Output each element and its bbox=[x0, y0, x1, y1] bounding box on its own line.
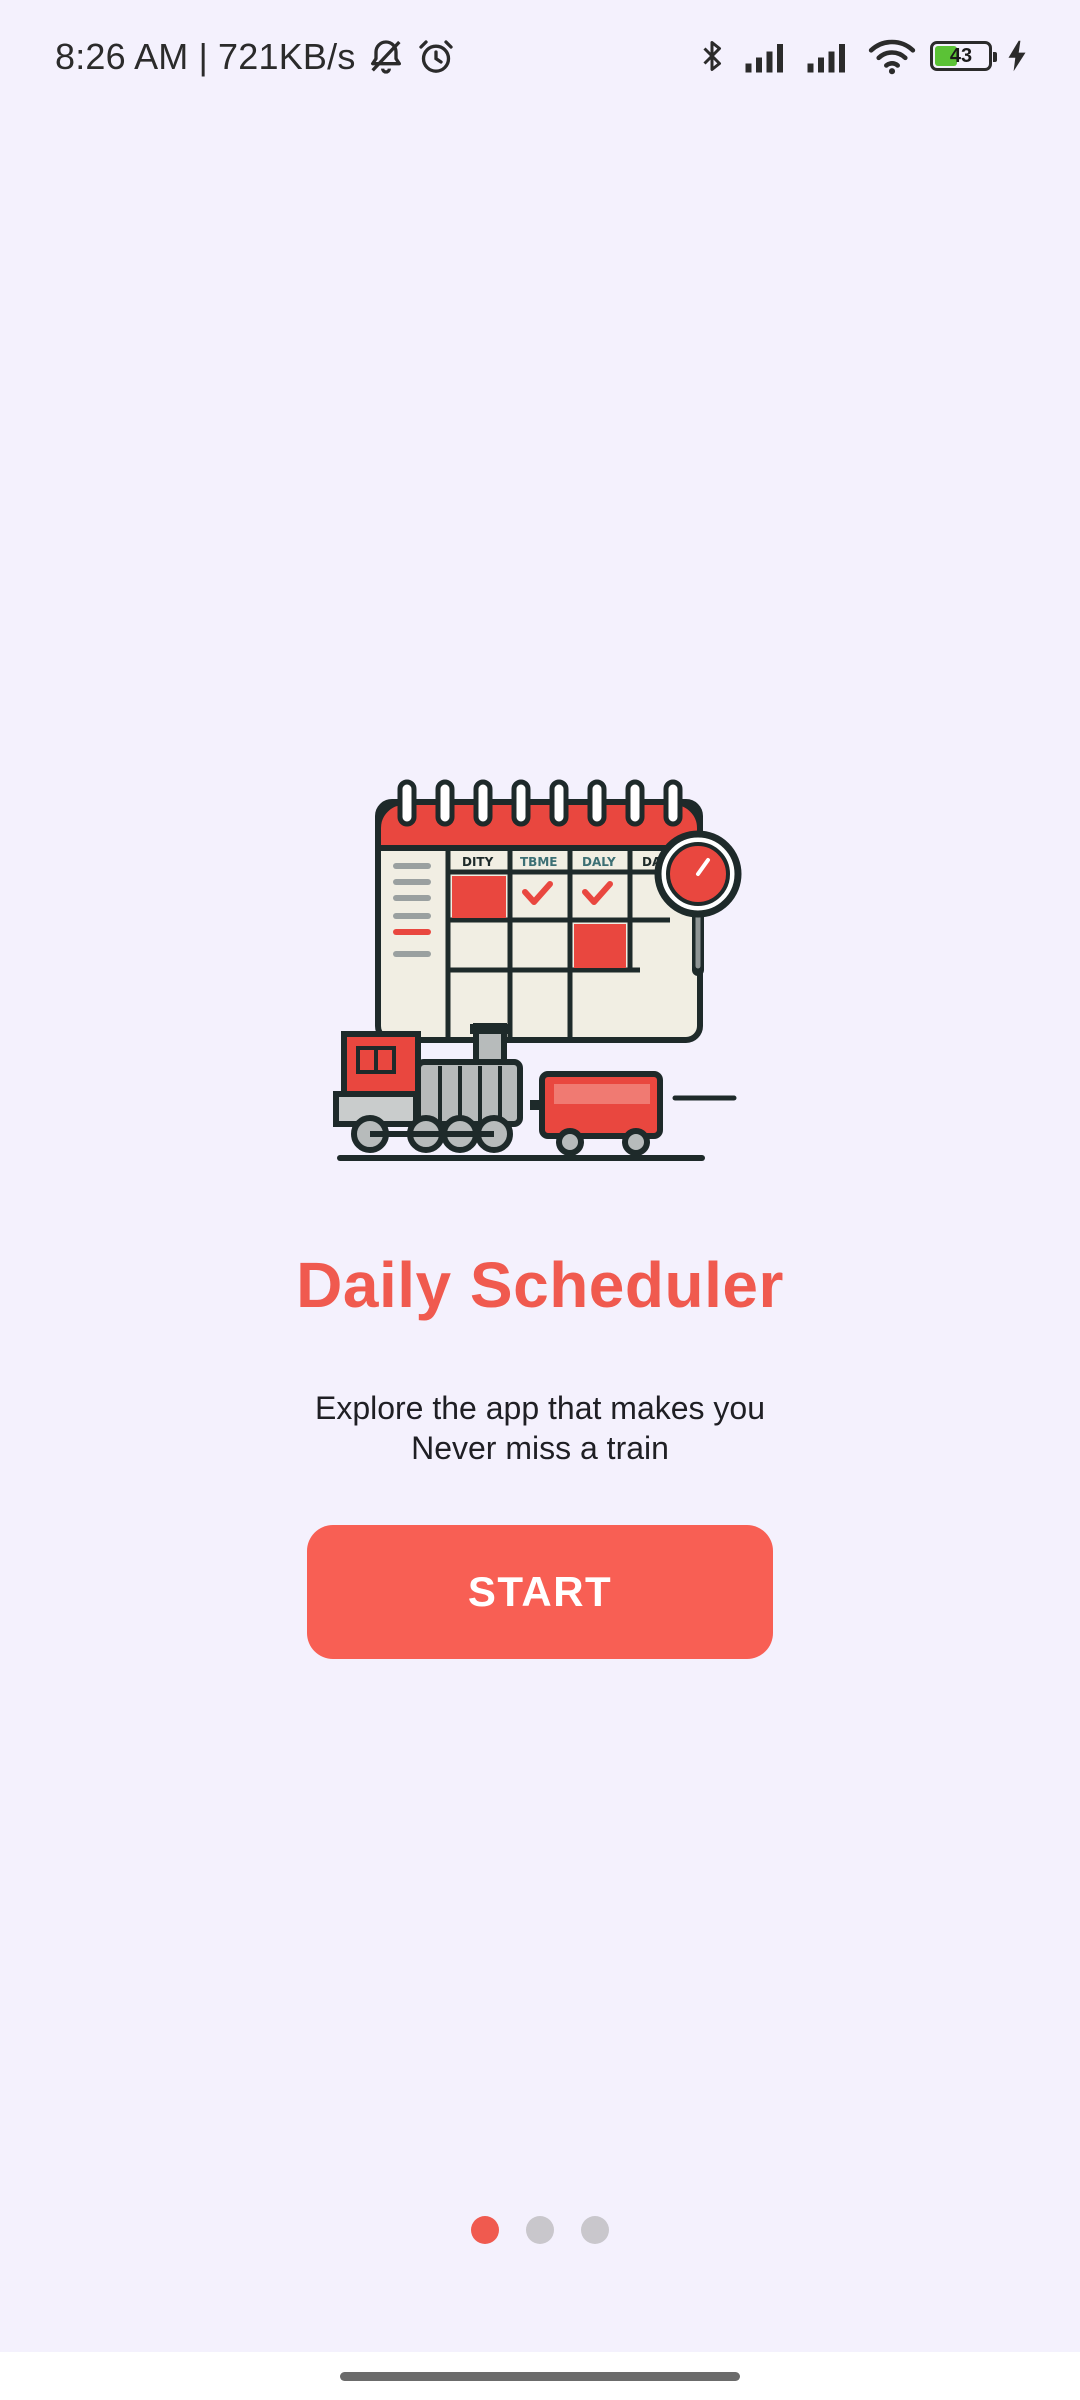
status-right: 43 bbox=[694, 36, 1028, 76]
page-dot-active[interactable] bbox=[471, 2216, 499, 2244]
app-subtitle: Explore the app that makes you Never mis… bbox=[0, 1388, 1080, 1468]
bluetooth-icon bbox=[694, 36, 730, 76]
page-indicator bbox=[0, 2216, 1080, 2244]
illustration-label: DITY bbox=[462, 855, 494, 869]
app-title: Daily Scheduler bbox=[296, 1249, 784, 1321]
subtitle-line: Explore the app that makes you bbox=[314, 1390, 766, 1426]
network-speed: 721KB/s bbox=[218, 36, 356, 77]
status-time: 8:26 AM bbox=[55, 36, 189, 77]
status-left: 8:26 AM | 721KB/s bbox=[55, 36, 456, 78]
mute-bell-icon bbox=[366, 37, 406, 77]
alarm-icon bbox=[416, 37, 456, 77]
signal-icon bbox=[806, 38, 854, 74]
signal-icon bbox=[744, 38, 792, 74]
battery-icon: 43 bbox=[930, 41, 997, 71]
subtitle-line: Never miss a train bbox=[411, 1430, 669, 1466]
illustration-label: DALY bbox=[582, 855, 616, 869]
status-separator: | bbox=[198, 36, 209, 77]
calendar-train-illustration: DITY TBME DALY DAY bbox=[333, 779, 742, 1161]
home-indicator[interactable] bbox=[340, 2372, 740, 2381]
page-dot[interactable] bbox=[581, 2216, 609, 2244]
page-dot[interactable] bbox=[526, 2216, 554, 2244]
onboarding-screen: 8:26 AM | 721KB/s 43 DITY TBME DALY DAY … bbox=[0, 0, 1080, 2400]
wifi-icon bbox=[868, 37, 916, 75]
start-button[interactable]: START bbox=[307, 1525, 773, 1659]
status-bar: 8:26 AM | 721KB/s 43 bbox=[0, 0, 1080, 120]
charging-icon bbox=[1006, 39, 1028, 73]
battery-level: 43 bbox=[949, 45, 973, 67]
illustration-label: TBME bbox=[520, 855, 557, 869]
